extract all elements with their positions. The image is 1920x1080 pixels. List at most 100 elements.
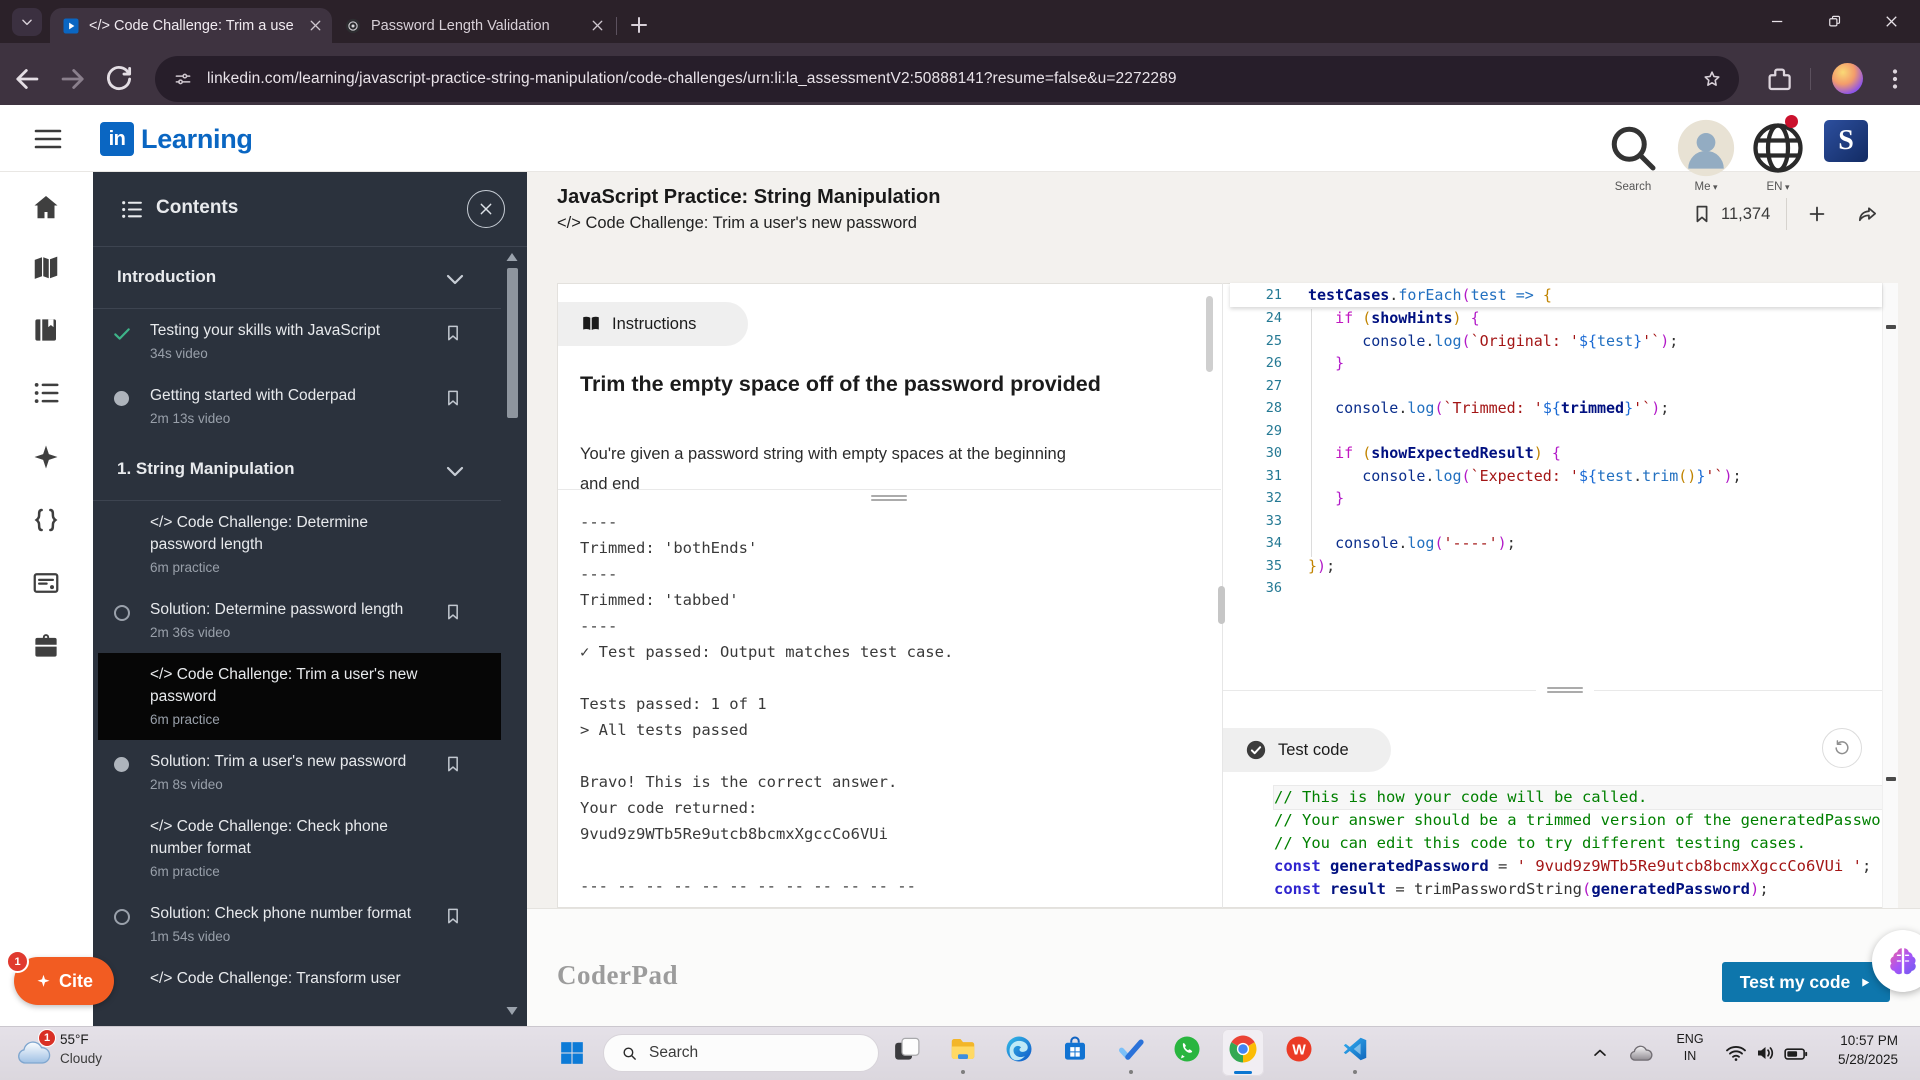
header-language[interactable]: EN — [1748, 118, 1808, 193]
code-text: if (showExpectedResult) { — [1308, 444, 1561, 462]
linkedin-learning-logo[interactable]: in Learning — [100, 122, 253, 156]
contents-lesson[interactable]: </> Code Challenge: Trim a user's new pa… — [93, 653, 501, 740]
extensions-icon[interactable] — [1764, 64, 1794, 94]
contents-lesson[interactable]: Solution: Trim a user's new password2m 8… — [93, 740, 501, 805]
forward-button[interactable] — [56, 62, 90, 96]
instructions-scrollbar[interactable] — [1206, 296, 1213, 372]
taskbar-todo-button[interactable] — [1110, 1029, 1152, 1076]
browser-tab[interactable]: Password Length Validation — [332, 8, 614, 43]
contents-section[interactable]: Introduction — [93, 247, 501, 309]
rail-item-library[interactable] — [31, 315, 61, 345]
lesson-title: </> Code Challenge: Transform user — [150, 968, 438, 990]
search-icon — [621, 1045, 638, 1062]
tab-close-icon[interactable] — [589, 17, 606, 34]
cite-button[interactable]: Cite — [14, 957, 114, 1005]
taskbar-wps-office-button[interactable]: W — [1278, 1029, 1320, 1076]
new-tab-button[interactable] — [627, 13, 651, 37]
splitter-handle — [1547, 687, 1583, 689]
hamburger-menu-icon[interactable] — [34, 128, 62, 150]
rail-item-certificate[interactable] — [31, 568, 61, 598]
splitter-handle — [871, 495, 907, 497]
contents-lesson[interactable]: Solution: Check phone number format1m 54… — [93, 892, 501, 957]
taskbar-whatsapp-button[interactable] — [1166, 1029, 1208, 1076]
scroll-up-arrow[interactable] — [506, 252, 518, 262]
bookmark-icon[interactable] — [443, 602, 463, 622]
minimize-button[interactable] — [1749, 0, 1806, 43]
share-icon[interactable] — [1856, 203, 1879, 226]
contents-lesson[interactable]: </> Code Challenge: Transform user — [93, 957, 501, 1001]
contents-lesson[interactable]: </> Code Challenge: Determine password l… — [93, 501, 501, 588]
test-code-editor[interactable]: // This is how your code will be called.… — [1274, 786, 1886, 901]
tray-language[interactable]: ENGIN — [1666, 1031, 1714, 1065]
close-button[interactable] — [1863, 0, 1920, 43]
bookmark-star-icon[interactable] — [1701, 68, 1723, 90]
header-me[interactable]: Me — [1676, 118, 1736, 193]
taskbar-vscode-button[interactable] — [1334, 1029, 1376, 1076]
browser-menu-icon[interactable] — [1880, 64, 1910, 94]
tab-title: </> Code Challenge: Trim a use — [89, 18, 301, 34]
contents-lesson[interactable]: Solution: Determine password length2m 36… — [93, 588, 501, 653]
tab-search-button[interactable] — [12, 8, 42, 36]
bookmark-icon[interactable] — [443, 388, 463, 408]
instructions-tab[interactable]: Instructions — [558, 302, 748, 346]
onedrive-icon[interactable] — [1626, 1039, 1655, 1068]
rail-item-briefcase[interactable] — [31, 631, 61, 661]
test-my-code-button[interactable]: Test my code — [1722, 962, 1890, 1002]
taskbar-edge-button[interactable] — [998, 1029, 1040, 1076]
bookmark-icon[interactable] — [443, 754, 463, 774]
sider-logo[interactable]: S — [1824, 120, 1868, 162]
editor-line: 36 — [1230, 577, 1882, 600]
task-view-icon — [892, 1034, 922, 1064]
code-text: console.log(`Expected: '${test.trim()}'`… — [1308, 467, 1742, 485]
microsoft-store-icon — [1060, 1034, 1090, 1064]
left-pane-splitter[interactable] — [558, 489, 1221, 508]
contents-panel: Contents IntroductionTesting your skills… — [93, 172, 527, 1026]
taskbar-file-explorer-button[interactable] — [942, 1029, 984, 1076]
tab-close-icon[interactable] — [307, 17, 324, 34]
rail-item-home[interactable] — [31, 192, 61, 222]
add-icon[interactable] — [1806, 203, 1828, 225]
tray-clock[interactable]: 10:57 PM5/28/2025 — [1798, 1031, 1898, 1069]
reset-test-code-button[interactable] — [1822, 728, 1862, 768]
bookmark-icon[interactable] — [443, 323, 463, 343]
contents-section[interactable]: 1. String Manipulation — [93, 439, 501, 501]
browser-profile-avatar[interactable] — [1832, 63, 1863, 94]
header-search[interactable]: Search — [1603, 118, 1663, 193]
rail-item-sparkle[interactable] — [31, 442, 61, 472]
code-editor[interactable]: 24 if (showHints) {25 console.log(`Origi… — [1230, 307, 1882, 600]
test-code-tab[interactable]: Test code — [1223, 728, 1391, 772]
bookmark-icon[interactable] — [1691, 203, 1713, 225]
reload-button[interactable] — [102, 62, 136, 96]
contents-lesson[interactable]: Testing your skills with JavaScript34s v… — [93, 309, 501, 374]
url-bar[interactable]: linkedin.com/learning/javascript-practic… — [155, 56, 1739, 102]
rail-item-braces[interactable] — [31, 505, 61, 535]
rail-item-contents-list[interactable] — [31, 378, 61, 408]
cite-star-icon — [35, 973, 52, 990]
tray-chevron-up-icon[interactable] — [1590, 1043, 1610, 1063]
chevron-down-icon — [443, 459, 467, 483]
console-output[interactable]: ----Trimmed: 'bothEnds'----Trimmed: 'tab… — [580, 509, 1215, 899]
editor-scrollbar[interactable] — [1882, 283, 1898, 908]
windows-start-icon[interactable] — [559, 1040, 585, 1066]
scrollbar-thumb[interactable] — [507, 268, 518, 418]
splitter-handle-area[interactable] — [1536, 683, 1594, 697]
rail-item-map[interactable] — [31, 253, 61, 283]
contents-close-button[interactable] — [467, 190, 505, 228]
taskbar-chrome-button[interactable] — [1222, 1029, 1264, 1076]
taskbar-search[interactable]: Search — [603, 1034, 879, 1072]
volume-icon[interactable] — [1754, 1041, 1778, 1065]
vertical-divider-handle[interactable] — [1218, 586, 1225, 624]
browser-tab[interactable]: </> Code Challenge: Trim a use — [50, 8, 332, 43]
back-button[interactable] — [10, 62, 44, 96]
site-settings-icon[interactable] — [173, 69, 193, 89]
taskbar-microsoft-store-button[interactable] — [1054, 1029, 1096, 1076]
contents-lesson[interactable]: Getting started with Coderpad2m 13s vide… — [93, 374, 501, 439]
scroll-down-arrow[interactable] — [506, 1006, 518, 1016]
restore-button[interactable] — [1806, 0, 1863, 43]
wifi-icon[interactable] — [1724, 1041, 1748, 1065]
contents-lesson[interactable]: </> Code Challenge: Check phone number f… — [93, 805, 501, 892]
bookmark-icon[interactable] — [443, 906, 463, 926]
editor-line: 27 — [1230, 375, 1882, 398]
taskbar-task-view-button[interactable] — [886, 1029, 928, 1076]
challenge-body-clipped: and end — [580, 470, 1195, 489]
